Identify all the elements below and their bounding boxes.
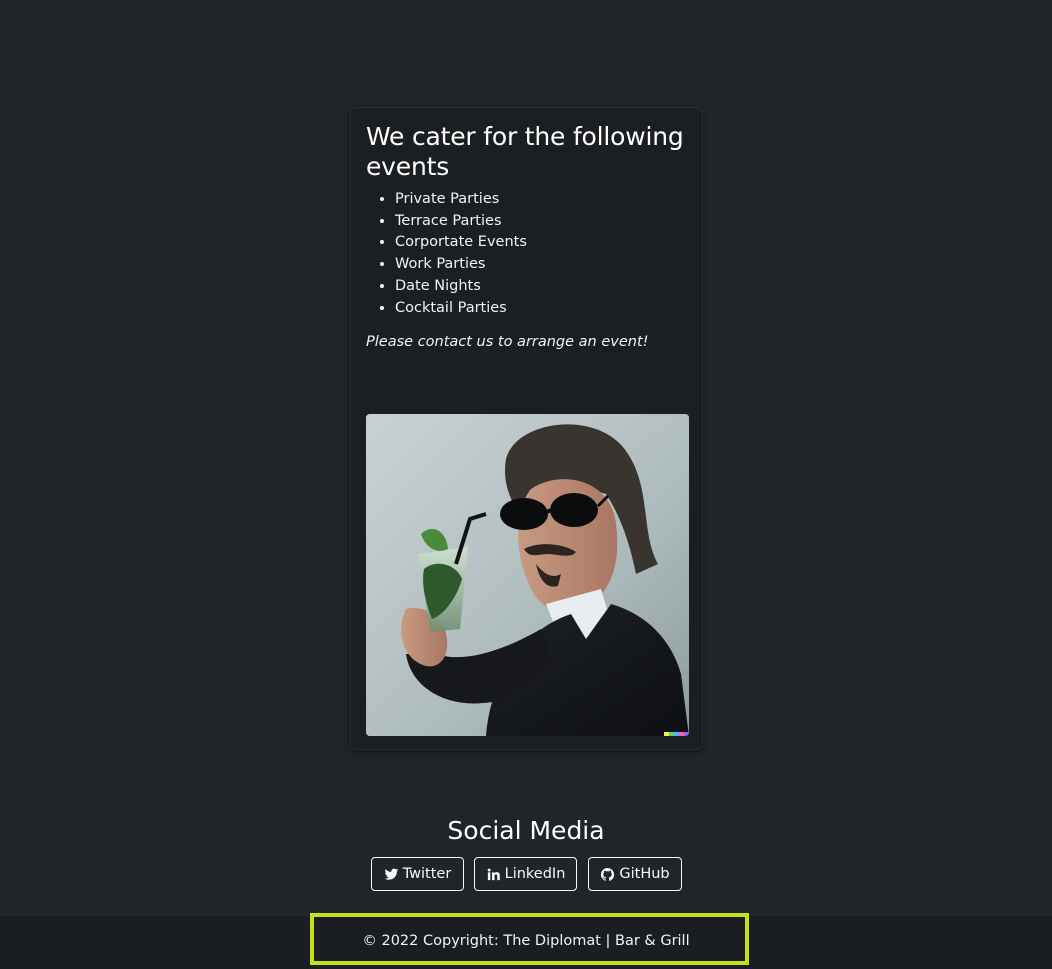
man-with-mojito-image (366, 414, 689, 736)
twitter-button[interactable]: Twitter (371, 857, 464, 891)
list-item: Corportate Events (395, 232, 687, 254)
linkedin-icon (486, 867, 501, 882)
github-button[interactable]: GitHub (588, 857, 682, 891)
twitter-button-label: Twitter (402, 866, 452, 882)
social-media-title: Social Media (447, 816, 605, 845)
event-list: Private Parties Terrace Parties Corporta… (366, 189, 687, 319)
list-item: Date Nights (395, 276, 687, 298)
social-media-section: Social Media Twitter LinkedIn GitHub (0, 815, 1052, 891)
events-card: We cater for the following events Privat… (350, 107, 703, 750)
linkedin-button-label: LinkedIn (504, 866, 566, 882)
github-icon (600, 867, 615, 882)
twitter-icon (384, 867, 399, 882)
list-item: Work Parties (395, 254, 687, 276)
github-button-label: GitHub (619, 866, 670, 882)
list-item: Cocktail Parties (395, 298, 687, 320)
card-note: Please contact us to arrange an event! (366, 334, 649, 351)
card-title: We cater for the following events (366, 122, 684, 181)
list-item: Private Parties (395, 189, 687, 211)
footer: © 2022 Copyright: The Diplomat | Bar & G… (0, 913, 1052, 969)
social-buttons: Twitter LinkedIn GitHub (0, 857, 1052, 891)
linkedin-button[interactable]: LinkedIn (474, 857, 577, 891)
clipped-top-text (0, 0, 1052, 3)
list-item: Terrace Parties (395, 211, 687, 233)
page: We cater for the following events Privat… (0, 0, 1052, 969)
footer-copyright: © 2022 Copyright: The Diplomat | Bar & G… (362, 933, 690, 949)
